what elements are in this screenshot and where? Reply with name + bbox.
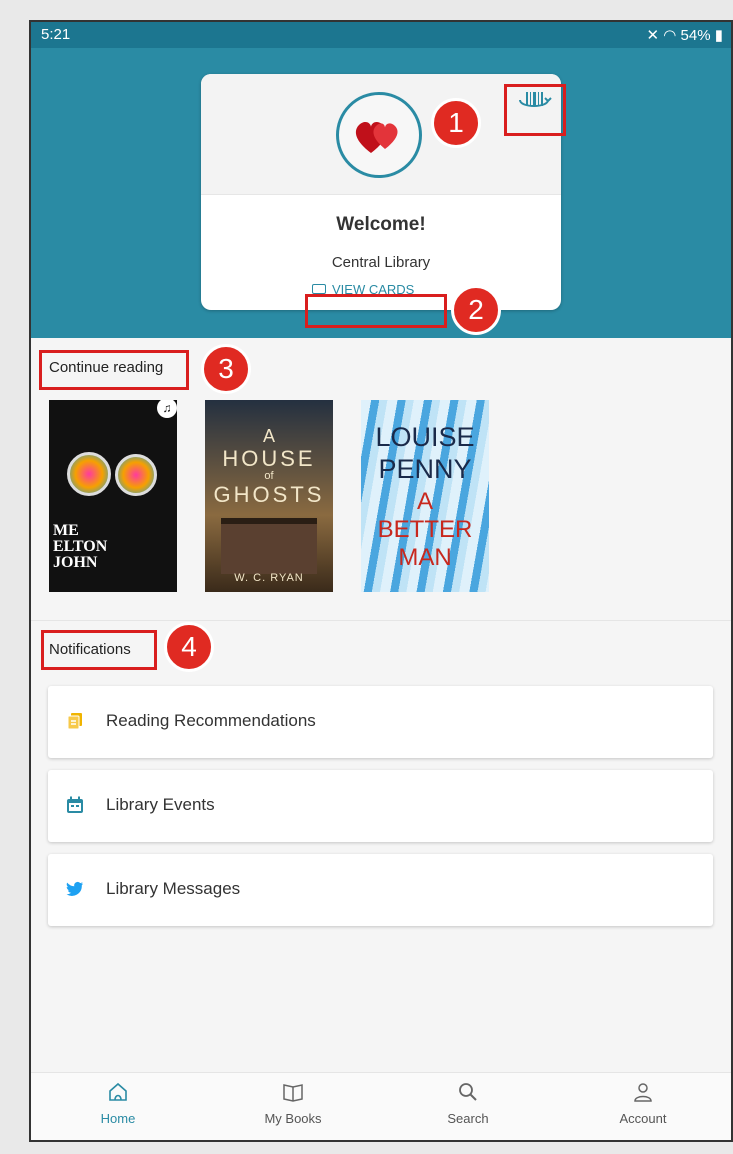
battery-icon: ▮: [714, 27, 723, 44]
nav-home-label: Home: [100, 1111, 136, 1126]
cover-author: W. C. RYAN: [234, 572, 304, 584]
card-icon: [312, 284, 326, 294]
callout-box-1: [504, 84, 566, 136]
app-frame: 5:21 ✕ ◠ 54% ▮ Welcome! Central Library …: [29, 20, 733, 1142]
welcome-heading: Welcome!: [336, 214, 426, 235]
notification-label: Library Messages: [106, 879, 241, 898]
notification-label: Library Events: [106, 795, 215, 814]
callout-badge-3: 3: [201, 344, 251, 394]
callout-badge-2: 2: [451, 285, 501, 335]
callout-badge-4: 4: [164, 622, 214, 672]
nav-home[interactable]: Home: [58, 1081, 178, 1126]
notification-item[interactable]: Library Events: [48, 770, 713, 842]
cover-title-line: GHOSTS: [213, 482, 325, 507]
book-cover-a-better-man[interactable]: LOUISE PENNY A BETTER MAN: [361, 400, 489, 592]
cover-title-line: PENNY: [378, 454, 472, 484]
nav-account-label: Account: [619, 1111, 667, 1126]
nav-search-label: Search: [447, 1111, 489, 1126]
sunglasses-art: [115, 454, 157, 496]
cover-title-line: of: [264, 470, 274, 482]
cover-title-line: JOHN: [53, 554, 98, 571]
sunglasses-art: [67, 452, 111, 496]
notifications-heading: Notifications: [49, 641, 131, 658]
continue-reading-heading: Continue reading: [49, 359, 164, 376]
account-icon: [634, 1083, 652, 1102]
home-icon: [109, 1082, 127, 1101]
battery-percent: 54%: [680, 27, 711, 44]
callout-box-2: [305, 294, 447, 328]
notification-item[interactable]: Reading Recommendations: [48, 686, 713, 758]
header-banner: Welcome! Central Library VIEW CARDS 1 2: [31, 48, 731, 338]
nav-my-books[interactable]: My Books: [233, 1081, 353, 1126]
cover-title-line: LOUISE: [375, 422, 475, 452]
headphones-icon: ♫: [157, 400, 177, 418]
search-icon: [459, 1083, 477, 1101]
calendar-icon: [67, 796, 83, 813]
cover-title-line: MAN: [398, 544, 452, 571]
library-name: Central Library: [331, 254, 431, 271]
twitter-bird-icon: [66, 881, 83, 896]
status-indicators: ✕ ◠ 54% ▮: [647, 26, 723, 44]
house-art: [221, 518, 317, 574]
mute-icon: ✕: [646, 27, 660, 44]
bottom-navigation: Home My Books Search Account: [31, 1072, 731, 1140]
wifi-icon: ◠: [663, 27, 677, 44]
status-bar: 5:21 ✕ ◠ 54% ▮: [31, 22, 731, 48]
cover-title-line: A: [416, 488, 433, 515]
nav-account[interactable]: Account: [583, 1081, 703, 1126]
nav-my-books-label: My Books: [264, 1111, 322, 1126]
cover-title-line: BETTER: [377, 516, 473, 543]
status-time: 5:21: [41, 26, 71, 43]
callout-badge-1: 1: [431, 98, 481, 148]
section-divider: [31, 620, 731, 621]
open-book-icon: [283, 1084, 303, 1102]
avatar: [336, 92, 422, 178]
book-cover-elton-john[interactable]: ♫ ME ELTON JOHN: [49, 400, 177, 592]
recommendations-icon: [67, 713, 82, 730]
nav-search[interactable]: Search: [408, 1081, 528, 1126]
hearts-icon: [355, 121, 398, 153]
cover-title-line: HOUSE: [222, 446, 316, 471]
notification-label: Reading Recommendations: [106, 711, 316, 730]
book-cover-a-house-of-ghosts[interactable]: A HOUSE of GHOSTS W. C. RYAN: [205, 400, 333, 592]
cover-title-line: A: [262, 426, 275, 446]
notification-item[interactable]: Library Messages: [48, 854, 713, 926]
